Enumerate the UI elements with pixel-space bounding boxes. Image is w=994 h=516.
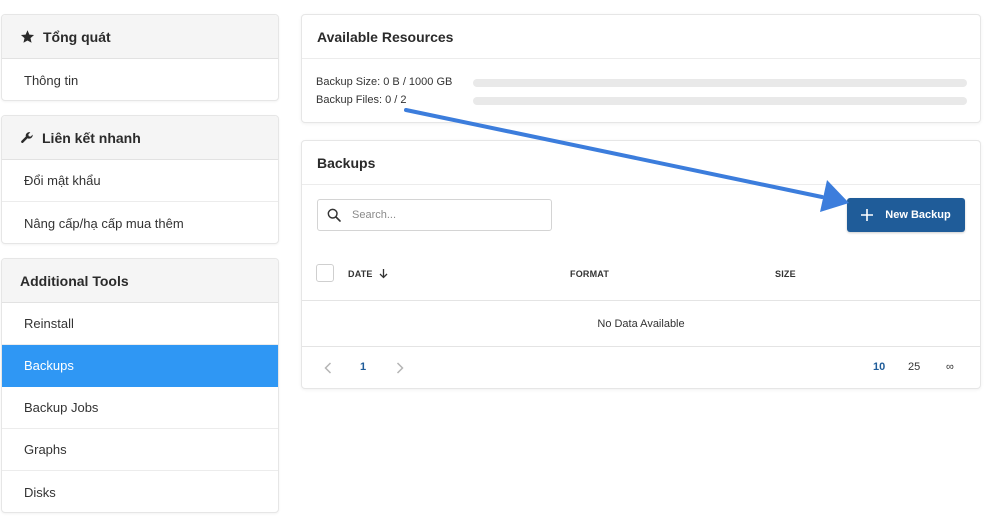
- resources-card: Available Resources Backup Size: 0 B / 1…: [301, 14, 981, 123]
- table-header: DATE FORMAT SIZE: [302, 251, 980, 301]
- chevron-right-icon[interactable]: [396, 362, 404, 374]
- sidebar-panel-tools: Additional Tools Reinstall Backups Backu…: [1, 258, 279, 513]
- sidebar-item-label: Thông tin: [24, 72, 79, 88]
- sort-down-icon: [379, 269, 388, 279]
- backup-size-progress: [473, 79, 967, 87]
- sidebar-item-label: Graphs: [24, 442, 67, 457]
- backup-files-label: Backup Files: 0 / 2: [316, 94, 407, 106]
- sidebar-item-info[interactable]: Thông tin: [2, 59, 278, 100]
- sidebar-item-label: Reinstall: [24, 316, 74, 331]
- sidebar-item-upgrade[interactable]: Nâng cấp/hạ cấp mua thêm: [2, 202, 278, 243]
- empty-state-text: No Data Available: [302, 301, 980, 347]
- sidebar-item-backups[interactable]: Backups: [2, 345, 278, 387]
- select-all-checkbox[interactable]: [316, 264, 334, 282]
- page-size-10[interactable]: 10: [873, 361, 885, 373]
- sidebar-item-disks[interactable]: Disks: [2, 471, 278, 512]
- page-number-current[interactable]: 1: [360, 361, 366, 373]
- new-backup-button[interactable]: New Backup: [847, 198, 965, 232]
- column-format[interactable]: FORMAT: [570, 269, 609, 279]
- star-icon: [20, 30, 35, 43]
- column-date-label: DATE: [348, 269, 373, 279]
- backups-title: Backups: [302, 141, 980, 185]
- sidebar-item-graphs[interactable]: Graphs: [2, 429, 278, 471]
- backup-size-label: Backup Size: 0 B / 1000 GB: [316, 76, 453, 88]
- chevron-left-icon[interactable]: [324, 362, 332, 374]
- sidebar-panel-quicklinks: Liên kết nhanh Đổi mật khẩu Nâng cấp/hạ …: [1, 115, 279, 244]
- search-box[interactable]: [317, 199, 552, 231]
- sidebar-item-label: Nâng cấp/hạ cấp mua thêm: [24, 215, 184, 231]
- wrench-icon: [21, 131, 33, 143]
- page-size-all[interactable]: ∞: [946, 361, 954, 373]
- sidebar-item-label: Backups: [24, 358, 74, 373]
- page-size-25[interactable]: 25: [908, 361, 920, 373]
- sidebar-item-label: Backup Jobs: [24, 400, 99, 415]
- sidebar-heading-overview-label: Tổng quát: [43, 28, 111, 45]
- sidebar-heading-tools-label: Additional Tools: [20, 272, 129, 289]
- sidebar-heading-quicklinks-label: Liên kết nhanh: [42, 129, 141, 146]
- column-date[interactable]: DATE: [348, 269, 388, 279]
- pagination: 1 10 25 ∞: [302, 347, 980, 389]
- plus-icon: [861, 209, 874, 221]
- new-backup-button-label: New Backup: [885, 209, 951, 221]
- backups-card: Backups New Backup DATE FORMAT SIZE No D…: [301, 140, 981, 389]
- sidebar-item-label: Đổi mật khẩu: [24, 173, 101, 188]
- search-input[interactable]: [352, 209, 532, 221]
- sidebar-heading-quicklinks: Liên kết nhanh: [2, 116, 278, 160]
- sidebar-item-change-password[interactable]: Đổi mật khẩu: [2, 160, 278, 202]
- resources-title: Available Resources: [302, 15, 980, 59]
- sidebar-item-backup-jobs[interactable]: Backup Jobs: [2, 387, 278, 429]
- sidebar-panel-overview: Tổng quát Thông tin: [1, 14, 279, 101]
- sidebar-item-label: Disks: [24, 484, 56, 500]
- column-size[interactable]: SIZE: [775, 269, 796, 279]
- sidebar-item-reinstall[interactable]: Reinstall: [2, 303, 278, 345]
- backup-files-progress: [473, 97, 967, 105]
- search-icon: [327, 208, 341, 222]
- sidebar-heading-tools: Additional Tools: [2, 259, 278, 303]
- sidebar-heading-overview: Tổng quát: [2, 15, 278, 59]
